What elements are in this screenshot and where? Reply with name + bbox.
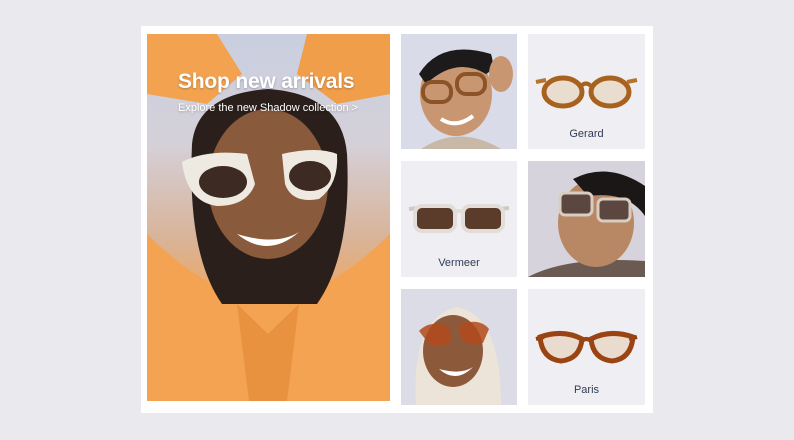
product-tile-paris[interactable]: Paris <box>528 289 645 405</box>
model-photo-man-1[interactable] <box>401 34 517 149</box>
product-name: Paris <box>573 384 600 396</box>
chevron-right-icon: > <box>351 102 359 114</box>
product-name: Vermeer <box>438 257 480 269</box>
hero-subtitle-text: Explore the new Shadow collection <box>178 102 349 114</box>
hero-banner[interactable]: Shop new arrivals Explore the new Shadow… <box>147 34 390 401</box>
model-photo-man-2[interactable] <box>528 161 645 277</box>
product-tile-vermeer[interactable]: Vermeer <box>401 161 517 277</box>
product-name: Gerard <box>569 128 604 140</box>
model-image <box>401 289 517 405</box>
hero-title: Shop new arrivals <box>178 70 355 93</box>
new-arrivals-grid: Shop new arrivals Explore the new Shadow… <box>141 26 653 413</box>
product-tile-gerard[interactable]: Gerard <box>528 34 645 149</box>
model-photo-woman[interactable] <box>401 289 517 405</box>
hero-subtitle-link[interactable]: Explore the new Shadow collection > <box>178 102 358 114</box>
model-image <box>401 34 517 149</box>
model-image <box>528 161 645 277</box>
